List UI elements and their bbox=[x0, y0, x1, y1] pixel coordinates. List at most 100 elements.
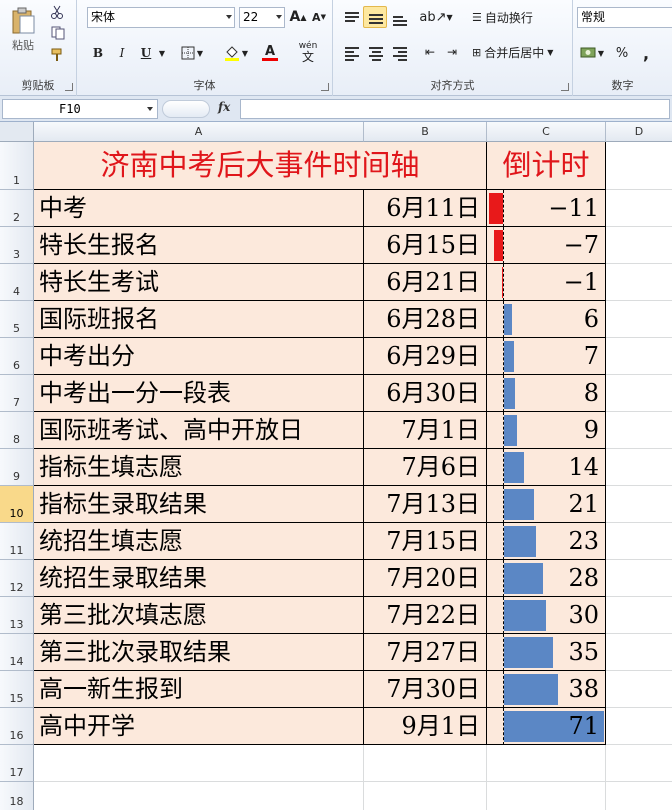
increase-indent-button[interactable]: ⇥ bbox=[441, 41, 463, 63]
empty-cell-d[interactable] bbox=[606, 486, 672, 523]
countdown-cell[interactable]: 21 bbox=[487, 486, 606, 523]
empty-cell-d[interactable] bbox=[606, 190, 672, 227]
row-header-17[interactable]: 17 bbox=[0, 745, 34, 782]
event-cell[interactable]: 高中开学 bbox=[34, 708, 364, 745]
empty-cell-d[interactable] bbox=[606, 708, 672, 745]
row-header-3[interactable]: 3 bbox=[0, 227, 34, 264]
font-color-button[interactable]: A bbox=[255, 42, 285, 64]
event-cell[interactable]: 国际班报名 bbox=[34, 301, 364, 338]
row-header-11[interactable]: 11 bbox=[0, 523, 34, 560]
empty-cell-d[interactable] bbox=[606, 597, 672, 634]
row-header-8[interactable]: 8 bbox=[0, 412, 34, 449]
date-cell[interactable]: 6月11日 bbox=[364, 190, 487, 227]
column-header-c[interactable]: C bbox=[487, 122, 606, 142]
date-cell[interactable]: 7月22日 bbox=[364, 597, 487, 634]
row-header-1[interactable]: 1 bbox=[0, 142, 34, 190]
countdown-cell[interactable]: −7 bbox=[487, 227, 606, 264]
align-bottom-button[interactable] bbox=[387, 6, 411, 28]
event-cell[interactable]: 高一新生报到 bbox=[34, 671, 364, 708]
grow-font-button[interactable]: A ▲ bbox=[288, 7, 308, 27]
date-cell[interactable]: 7月13日 bbox=[364, 486, 487, 523]
currency-button[interactable]: ▼ bbox=[577, 42, 607, 64]
underline-button[interactable]: U bbox=[135, 42, 157, 64]
decrease-indent-button[interactable]: ⇤ bbox=[419, 41, 441, 63]
empty-cell-d[interactable] bbox=[606, 523, 672, 560]
row-header-9[interactable]: 9 bbox=[0, 449, 34, 486]
date-cell[interactable]: 7月15日 bbox=[364, 523, 487, 560]
empty-cell-d[interactable] bbox=[606, 449, 672, 486]
align-top-button[interactable] bbox=[339, 6, 363, 28]
row-header-12[interactable]: 12 bbox=[0, 560, 34, 597]
align-right-button[interactable] bbox=[387, 41, 411, 63]
countdown-cell[interactable]: −1 bbox=[487, 264, 606, 301]
insert-function-button[interactable]: fx bbox=[218, 100, 230, 114]
empty-row-17[interactable] bbox=[34, 745, 672, 782]
font-size-combo[interactable]: 22 bbox=[239, 7, 285, 28]
phonetic-button[interactable]: wén 文 bbox=[293, 40, 323, 66]
date-cell[interactable]: 6月21日 bbox=[364, 264, 487, 301]
empty-cell-d[interactable] bbox=[606, 301, 672, 338]
empty-cell-d[interactable] bbox=[606, 634, 672, 671]
row-header-13[interactable]: 13 bbox=[0, 597, 34, 634]
column-header-b[interactable]: B bbox=[364, 122, 487, 142]
date-cell[interactable]: 7月6日 bbox=[364, 449, 487, 486]
copy-button[interactable] bbox=[46, 24, 72, 42]
countdown-cell[interactable]: 7 bbox=[487, 338, 606, 375]
countdown-cell[interactable]: 71 bbox=[487, 708, 606, 745]
countdown-cell[interactable]: 28 bbox=[487, 560, 606, 597]
column-header-a[interactable]: A bbox=[34, 122, 364, 142]
name-box[interactable]: F10 bbox=[2, 99, 158, 119]
align-left-button[interactable] bbox=[339, 41, 363, 63]
empty-cell-d[interactable] bbox=[606, 338, 672, 375]
row-header-5[interactable]: 5 bbox=[0, 301, 34, 338]
event-cell[interactable]: 指标生录取结果 bbox=[34, 486, 364, 523]
countdown-cell[interactable]: 9 bbox=[487, 412, 606, 449]
number-format-combo[interactable]: 常规 bbox=[577, 7, 672, 28]
empty-cell-d[interactable] bbox=[606, 227, 672, 264]
event-cell[interactable]: 国际班考试、高中开放日 bbox=[34, 412, 364, 449]
comma-button[interactable]: , bbox=[635, 42, 657, 64]
empty-cell-d[interactable] bbox=[606, 412, 672, 449]
countdown-header-cell[interactable]: 倒计时 bbox=[487, 142, 606, 190]
date-cell[interactable]: 9月1日 bbox=[364, 708, 487, 745]
event-cell[interactable]: 中考 bbox=[34, 190, 364, 227]
row-header-14[interactable]: 14 bbox=[0, 634, 34, 671]
empty-cell-d[interactable] bbox=[606, 375, 672, 412]
countdown-cell[interactable]: 30 bbox=[487, 597, 606, 634]
event-cell[interactable]: 中考出分 bbox=[34, 338, 364, 375]
title-cell[interactable]: 济南中考后大事件时间轴 bbox=[34, 142, 487, 190]
wrap-text-button[interactable]: ☰ 自动换行 bbox=[471, 6, 551, 28]
clipboard-launcher[interactable] bbox=[65, 83, 73, 91]
cut-button[interactable] bbox=[46, 3, 68, 21]
date-cell[interactable]: 6月29日 bbox=[364, 338, 487, 375]
event-cell[interactable]: 第三批次录取结果 bbox=[34, 634, 364, 671]
date-cell[interactable]: 7月1日 bbox=[364, 412, 487, 449]
countdown-cell[interactable]: 38 bbox=[487, 671, 606, 708]
date-cell[interactable]: 7月20日 bbox=[364, 560, 487, 597]
borders-button[interactable]: ▼ bbox=[177, 42, 207, 64]
alignment-launcher[interactable] bbox=[561, 83, 569, 91]
row-header-18[interactable]: 18 bbox=[0, 782, 34, 810]
row-header-10[interactable]: 10 bbox=[0, 486, 34, 523]
date-cell[interactable]: 6月30日 bbox=[364, 375, 487, 412]
date-cell[interactable]: 6月15日 bbox=[364, 227, 487, 264]
empty-cell-d[interactable] bbox=[606, 671, 672, 708]
fill-color-button[interactable]: ▼ bbox=[221, 42, 251, 64]
countdown-cell[interactable]: 23 bbox=[487, 523, 606, 560]
formula-input[interactable] bbox=[240, 99, 670, 119]
event-cell[interactable]: 特长生考试 bbox=[34, 264, 364, 301]
event-cell[interactable]: 特长生报名 bbox=[34, 227, 364, 264]
orientation-button[interactable]: ab↗ ▼ bbox=[419, 6, 453, 28]
font-launcher[interactable] bbox=[321, 83, 329, 91]
row-header-6[interactable]: 6 bbox=[0, 338, 34, 375]
row-header-15[interactable]: 15 bbox=[0, 671, 34, 708]
italic-button[interactable]: I bbox=[111, 42, 133, 64]
countdown-cell[interactable]: 35 bbox=[487, 634, 606, 671]
formula-bar-splitter[interactable] bbox=[162, 100, 210, 118]
row-header-16[interactable]: 16 bbox=[0, 708, 34, 745]
countdown-cell[interactable]: −11 bbox=[487, 190, 606, 227]
column-header-d[interactable]: D bbox=[606, 122, 672, 142]
date-cell[interactable]: 6月28日 bbox=[364, 301, 487, 338]
countdown-cell[interactable]: 6 bbox=[487, 301, 606, 338]
shrink-font-button[interactable]: A ▼ bbox=[309, 7, 329, 27]
